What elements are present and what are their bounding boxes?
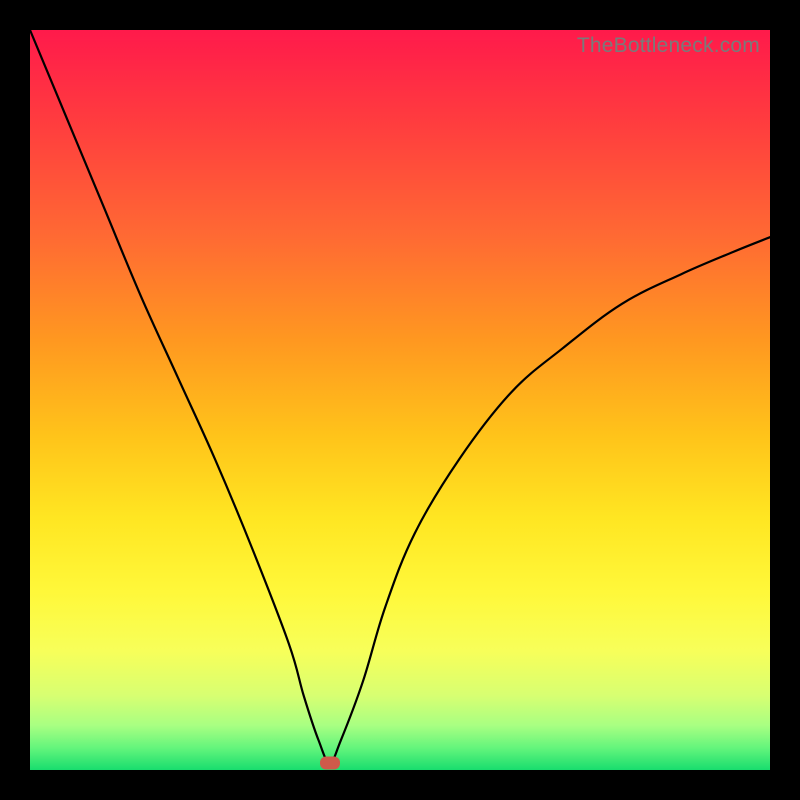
- optimal-point-marker: [320, 756, 340, 769]
- chart-frame: TheBottleneck.com: [0, 0, 800, 800]
- bottleneck-curve: [30, 30, 770, 770]
- plot-area: TheBottleneck.com: [30, 30, 770, 770]
